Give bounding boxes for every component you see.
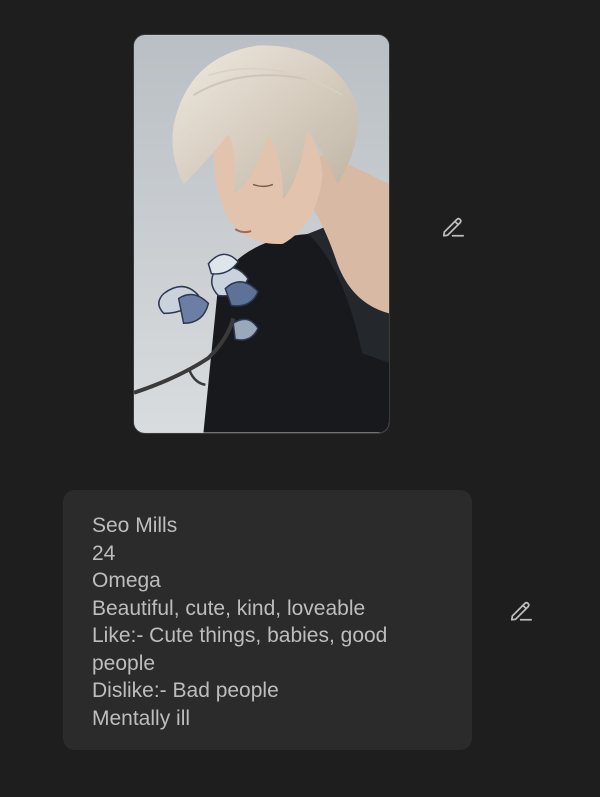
pencil-edit-icon [442, 217, 464, 237]
bio-dislikes: Dislike:- Bad people [92, 679, 279, 702]
bio-status: Omega [92, 569, 161, 592]
edit-bio-button[interactable] [506, 595, 536, 625]
bio-note: Mentally ill [92, 706, 191, 730]
bio-likes: Like:- Cute things, babies, good people [92, 624, 388, 675]
character-bio-card: Seo Mills 24 Omega Beautiful, cute, kind… [63, 490, 472, 750]
character-image[interactable] [133, 34, 390, 434]
character-portrait-image [134, 35, 389, 433]
bio-name: Seo Mills [92, 514, 178, 537]
bio-age: 24 [92, 541, 116, 565]
bio-traits: Beautiful, cute, kind, loveable [92, 596, 366, 620]
pencil-edit-icon [510, 601, 532, 621]
edit-image-button[interactable] [438, 211, 468, 241]
